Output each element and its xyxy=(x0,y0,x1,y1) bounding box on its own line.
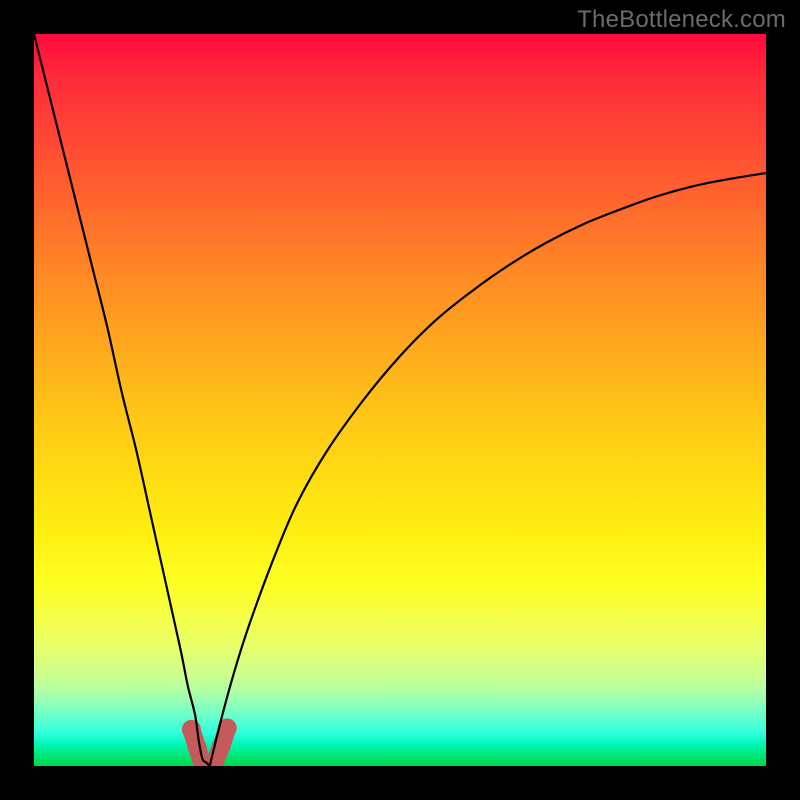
watermark-text: TheBottleneck.com xyxy=(577,6,786,34)
left-branch-curve xyxy=(34,34,210,766)
plot-area xyxy=(34,34,766,766)
curves-layer xyxy=(34,34,766,766)
chart-frame: TheBottleneck.com xyxy=(0,0,800,800)
right-branch-curve xyxy=(210,173,766,766)
notch-marker xyxy=(182,718,237,766)
